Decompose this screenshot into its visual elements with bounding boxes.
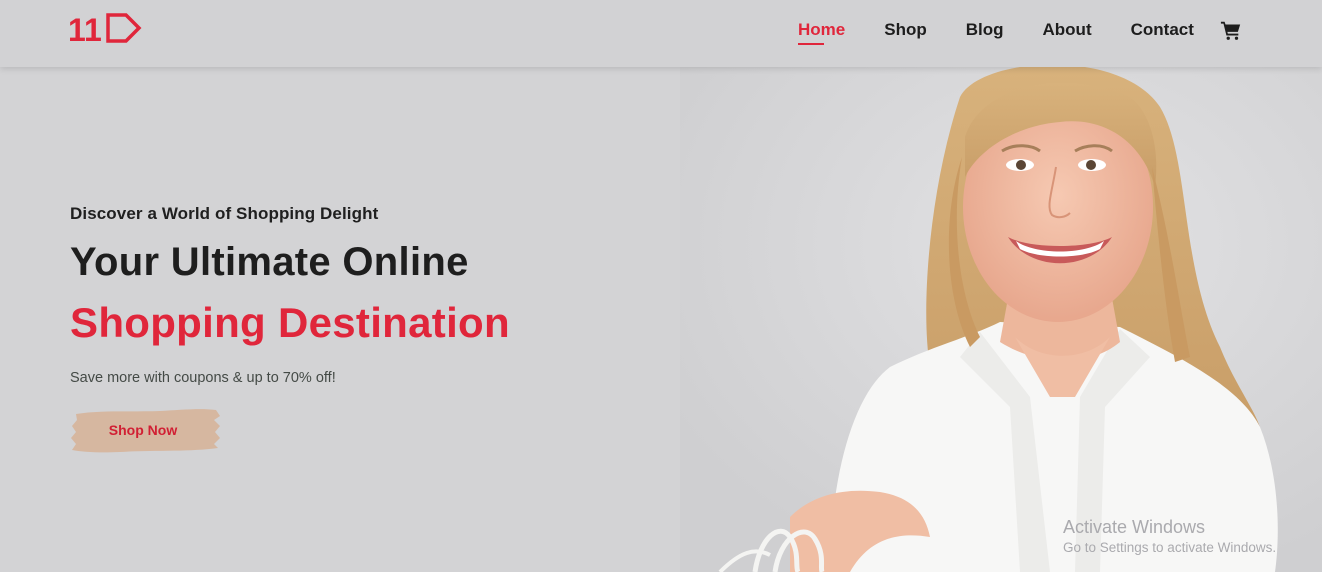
hero-headline-line-1: Your Ultimate Online [70, 240, 469, 284]
nav-link-about[interactable]: About [1043, 19, 1092, 41]
hero-image-woman-with-shopping-bag [680, 67, 1322, 572]
nav-link-blog[interactable]: Blog [966, 19, 1004, 41]
shop-now-label: Shop Now [108, 422, 178, 438]
nav-link-shop[interactable]: Shop [884, 19, 927, 41]
logo-text: 11 [68, 12, 102, 46]
nav-link-home[interactable]: Home [798, 19, 845, 45]
brand-logo[interactable]: 11 [68, 12, 142, 46]
main-nav: Home Shop Blog About Contact [798, 19, 1233, 45]
shop-now-button[interactable]: Shop Now [70, 406, 222, 454]
watermark-subtitle: Go to Settings to activate Windows. [1063, 540, 1277, 555]
hero-subtext: Save more with coupons & up to 70% off! [70, 370, 336, 386]
nav-link-contact[interactable]: Contact [1131, 19, 1194, 41]
shopping-cart-icon[interactable] [1220, 19, 1242, 41]
watermark-title: Activate Windows [1063, 517, 1206, 537]
hero-tagline: Discover a World of Shopping Delight [70, 204, 379, 223]
hero-headline-line-2: Shopping Destination [70, 299, 510, 346]
hero-section: Discover a World of Shopping Delight You… [0, 67, 1322, 572]
windows-activation-watermark: Activate Windows Go to Settings to activ… [1063, 516, 1276, 558]
top-navbar: 11 Home Shop Blog About Contact [0, 0, 1322, 67]
